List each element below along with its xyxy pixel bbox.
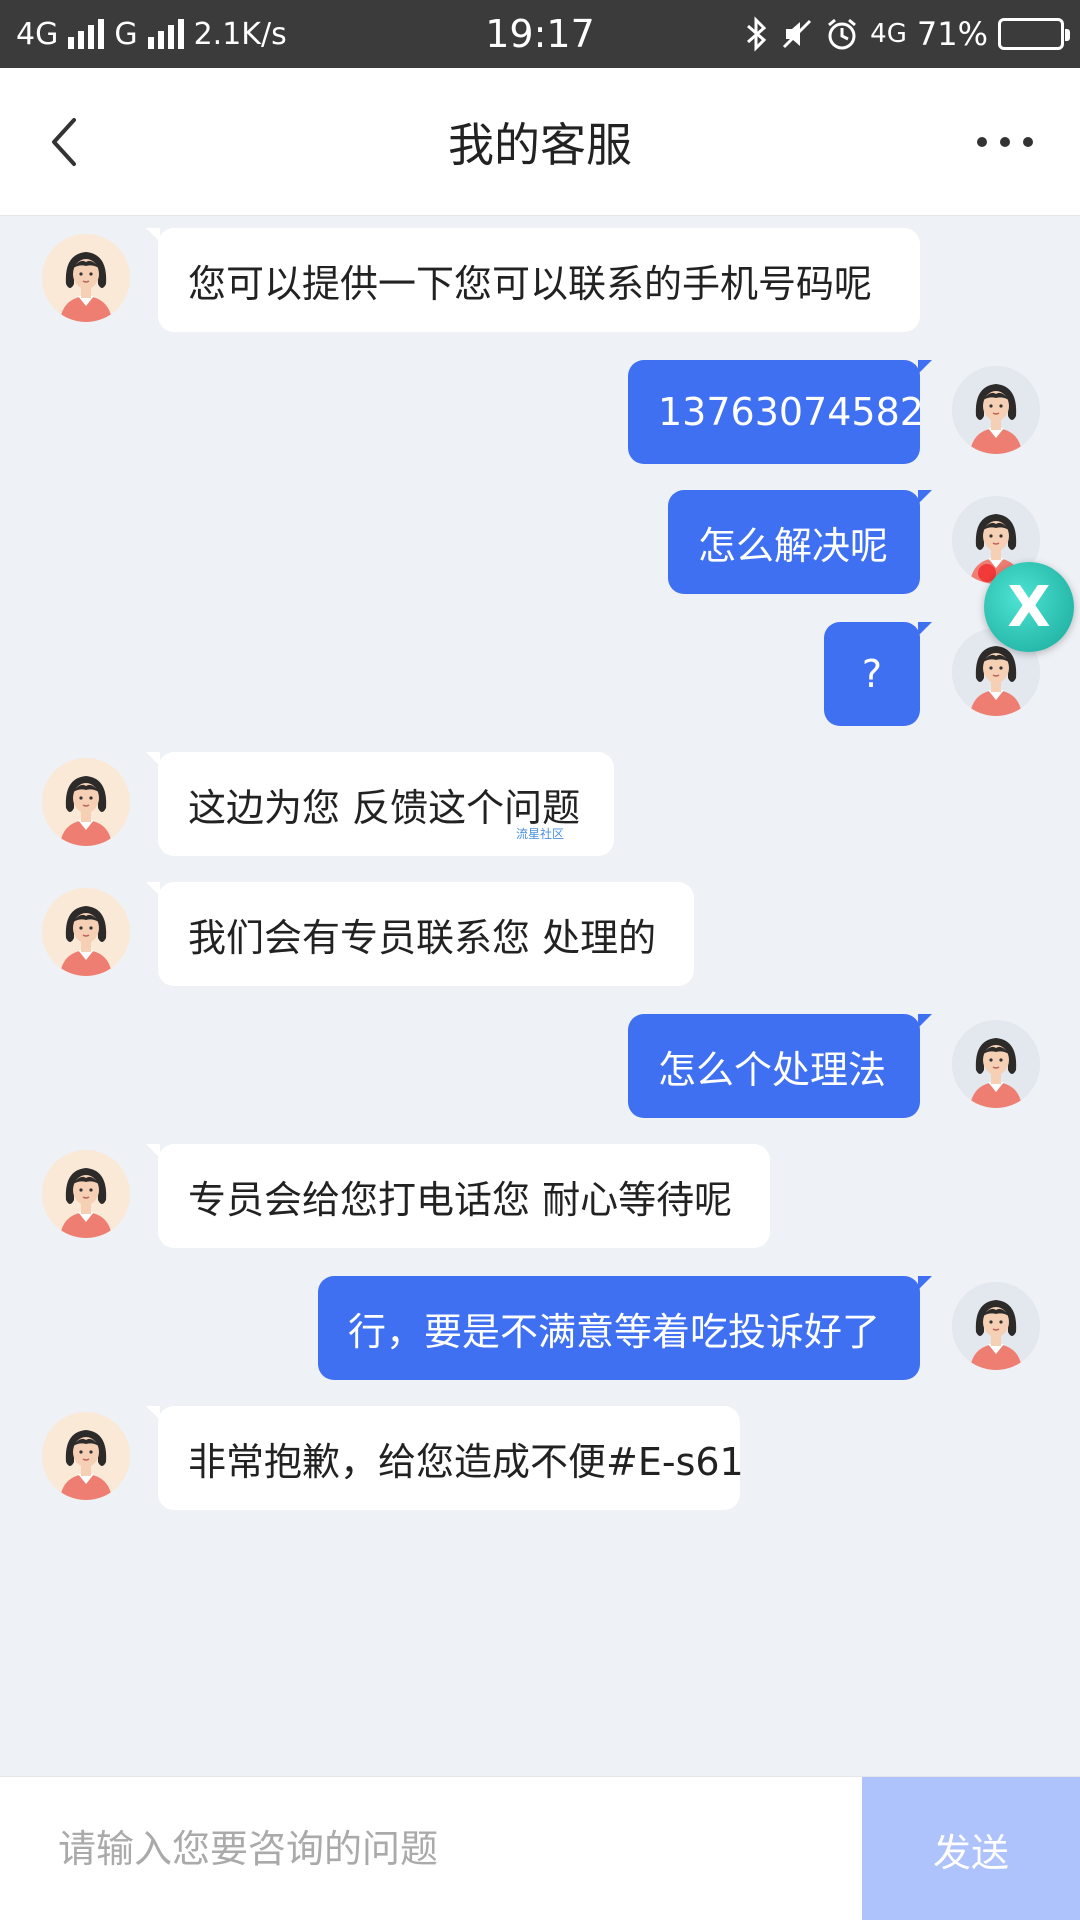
message-text: 您可以提供一下您可以联系的手机号码呢 — [188, 261, 873, 306]
network-type-3: 4G — [870, 19, 907, 49]
message-row: 您可以提供一下您可以联系的手机号码呢 — [0, 228, 1080, 338]
agent-avatar[interactable] — [42, 758, 130, 846]
message-row: 行，要是不满意等着吃投诉好了 — [0, 1276, 1080, 1386]
message-text: 这边为您 反馈这个问题 — [188, 785, 581, 830]
user-avatar[interactable] — [952, 1282, 1040, 1370]
more-options-button[interactable] — [970, 112, 1040, 172]
agent-message-bubble[interactable]: 非常抱歉，给您造成不便#E-s61 — [146, 1406, 744, 1510]
mute-icon — [783, 19, 812, 49]
user-message-bubble[interactable]: 13763074582 — [628, 360, 932, 464]
watermark-text: 流星社区 — [515, 827, 564, 841]
message-row: 13763074582 — [0, 360, 1080, 470]
message-text: 我们会有专员联系您 处理的 — [188, 915, 657, 960]
agent-message-bubble[interactable]: 我们会有专员联系您 处理的 — [146, 882, 694, 986]
chat-message-list[interactable]: 您可以提供一下您可以联系的手机号码呢 13763074582 怎么解决呢 ? 这… — [0, 216, 1080, 1776]
message-text: ? — [861, 652, 883, 696]
user-message-bubble[interactable]: 行，要是不满意等着吃投诉好了 — [318, 1276, 932, 1380]
user-message-bubble[interactable]: 怎么个处理法 — [628, 1014, 932, 1118]
message-text: 行，要是不满意等着吃投诉好了 — [348, 1309, 881, 1354]
message-row: 怎么解决呢 — [0, 490, 1080, 600]
more-icon — [977, 137, 1033, 147]
send-button[interactable]: 发送 — [862, 1777, 1080, 1920]
input-bar: 发送 — [0, 1776, 1080, 1920]
message-input[interactable] — [0, 1777, 862, 1920]
page-title: 我的客服 — [448, 118, 632, 172]
message-row: 怎么个处理法 — [0, 1014, 1080, 1124]
message-text: 专员会给您打电话您 耐心等待呢 — [188, 1177, 733, 1222]
bluetooth-icon — [747, 16, 767, 52]
agent-message-bubble[interactable]: 专员会给您打电话您 耐心等待呢 — [146, 1144, 770, 1248]
battery-percent: 71% — [916, 15, 988, 53]
agent-avatar[interactable] — [42, 1412, 130, 1500]
agent-message-bubble[interactable]: 您可以提供一下您可以联系的手机号码呢 — [146, 228, 920, 332]
message-text: 怎么解决呢 — [698, 523, 889, 568]
user-avatar[interactable] — [952, 1020, 1040, 1108]
user-avatar[interactable] — [952, 366, 1040, 454]
message-text: 怎么个处理法 — [658, 1047, 887, 1092]
agent-avatar[interactable] — [42, 888, 130, 976]
agent-message-bubble[interactable]: 这边为您 反馈这个问题 流星社区 — [146, 752, 614, 856]
agent-avatar[interactable] — [42, 1150, 130, 1238]
status-bar-right: 4G 71% — [744, 0, 1070, 68]
status-bar: 4G G 2.1K/s 19:17 4G 71% — [0, 0, 1080, 68]
message-row: 我们会有专员联系您 处理的 — [0, 882, 1080, 992]
navigation-bar: 我的客服 — [0, 68, 1080, 216]
agent-avatar[interactable] — [42, 234, 130, 322]
floating-close-button[interactable]: X — [984, 562, 1074, 652]
user-message-bubble[interactable]: ? — [824, 622, 932, 726]
message-row: 专员会给您打电话您 耐心等待呢 — [0, 1144, 1080, 1254]
message-row: ? — [0, 622, 1080, 732]
battery-icon — [998, 18, 1070, 50]
user-message-bubble[interactable]: 怎么解决呢 — [668, 490, 932, 594]
message-row: 这边为您 反馈这个问题 流星社区 — [0, 752, 1080, 862]
alarm-icon — [828, 18, 857, 50]
message-text: 非常抱歉，给您造成不便#E-s61 — [188, 1439, 744, 1484]
message-text: 13763074582 — [658, 390, 924, 434]
message-row: 非常抱歉，给您造成不便#E-s61 — [0, 1406, 1080, 1516]
